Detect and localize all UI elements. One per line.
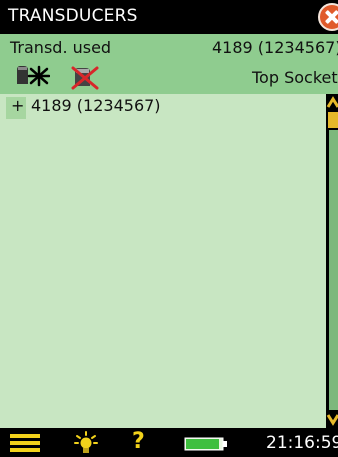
close-icon[interactable] <box>318 3 338 31</box>
backlight-icon[interactable] <box>74 431 98 455</box>
clock: 21:16:59 <box>266 433 338 453</box>
transducer-used-row[interactable]: Transd. used 4189 (1234567) <box>0 37 338 61</box>
menu-icon[interactable] <box>10 433 42 453</box>
scroll-down-icon[interactable] <box>326 410 338 428</box>
transducer-used-label: Transd. used <box>10 38 112 57</box>
window-title: TRANSDUCERS <box>8 6 138 26</box>
transducer-list: + 4189 (1234567) <box>0 94 326 428</box>
disabled-microphone-icon <box>71 66 99 90</box>
battery-icon <box>184 437 227 451</box>
list-item-label: 4189 (1234567) <box>31 96 161 115</box>
socket-label: Top Socket <box>252 68 338 87</box>
expand-icon: + <box>11 96 25 115</box>
transducer-used-value[interactable]: 4189 (1234567) <box>212 38 338 57</box>
header-panel: Transd. used 4189 (1234567) Top Socket <box>0 34 338 94</box>
microphone-icon <box>17 65 50 87</box>
help-icon[interactable]: ? <box>132 429 145 454</box>
scroll-up-icon[interactable] <box>326 94 338 112</box>
transducer-status-row: Top Socket <box>0 64 338 90</box>
title-bar: TRANSDUCERS <box>0 0 338 34</box>
scroll-thumb[interactable] <box>328 112 338 128</box>
list-item[interactable]: + 4189 (1234567) <box>0 94 326 119</box>
status-bar: ? 21:16:59 <box>0 428 338 457</box>
scroll-track[interactable] <box>329 130 338 410</box>
